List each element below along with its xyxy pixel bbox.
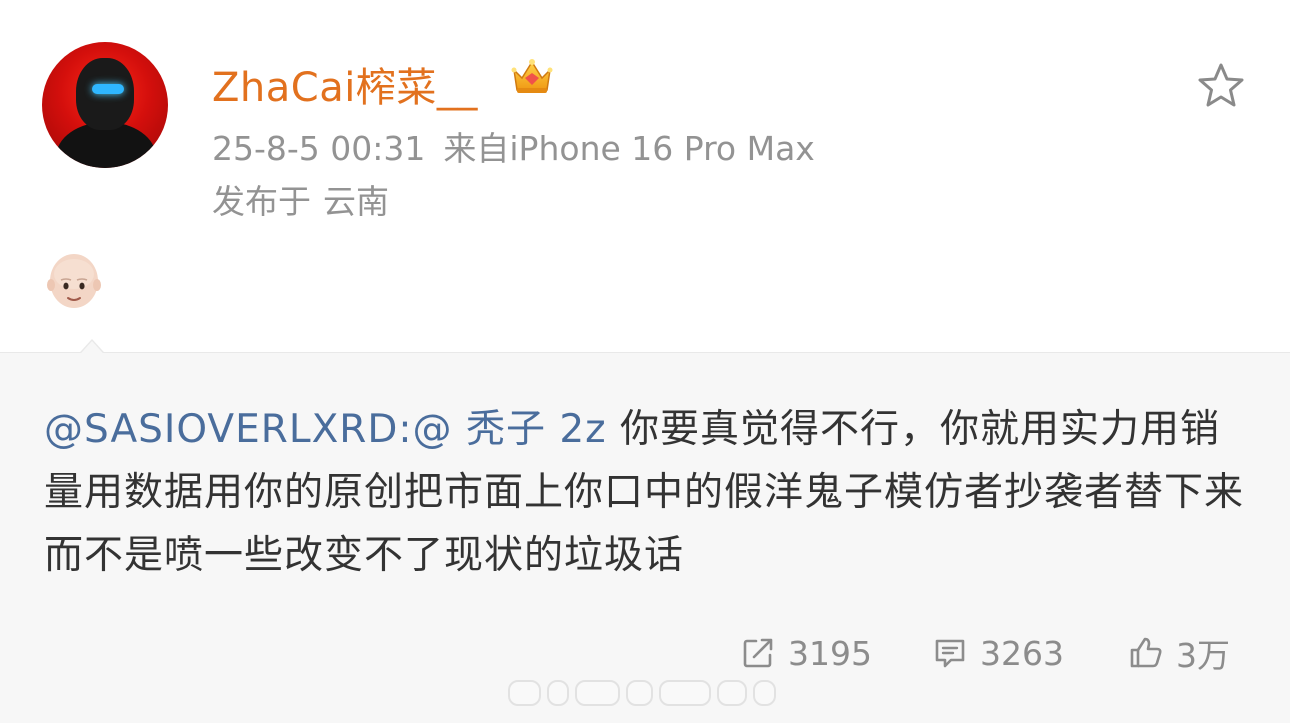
repost-count: 3195	[788, 633, 872, 673]
repost-pointer-inner	[74, 341, 110, 361]
bald-person-emoji	[47, 254, 101, 308]
repost-body: @SASIOVERLXRD:@ 秃子 2z 你要真觉得不行，你就用实力用销量用数…	[44, 398, 1259, 587]
location-name: 云南	[323, 182, 389, 221]
avatar-silhouette-head	[76, 58, 134, 130]
like-count: 3万	[1176, 636, 1230, 675]
avatar-glasses	[92, 84, 124, 94]
comment-count: 3263	[980, 633, 1064, 673]
location-prefix: 发布于	[212, 182, 311, 221]
post-actions-bar: 3195 3263 3万	[0, 628, 1290, 678]
author-name[interactable]: ZhaCai榨菜__	[212, 55, 478, 113]
post-meta: 25-8-5 00:31 来自iPhone 16 Pro Max	[212, 122, 815, 170]
post-header: ZhaCai榨菜__ 25-8-5 00:31 来自iPhone 16 Pro M…	[0, 0, 1290, 350]
like-button[interactable]: 3万	[1128, 628, 1230, 678]
post-timestamp: 25-8-5 00:31	[212, 129, 426, 168]
vip-crown-icon	[511, 59, 553, 93]
repost-button[interactable]: 3195	[740, 628, 872, 678]
repost-mention-link[interactable]: @SASIOVERLXRD:@ 秃子 2z	[44, 407, 607, 452]
avatar[interactable]	[42, 42, 168, 168]
share-icon	[743, 638, 773, 668]
comment-icon	[935, 639, 965, 668]
thumbs-up-icon	[1130, 637, 1162, 668]
watermark-blur	[508, 680, 776, 706]
post-location: 发布于 云南	[212, 175, 389, 223]
post-source: 来自iPhone 16 Pro Max	[443, 129, 815, 168]
comment-button[interactable]: 3263	[932, 628, 1064, 678]
star-outline-icon[interactable]	[1196, 60, 1246, 110]
